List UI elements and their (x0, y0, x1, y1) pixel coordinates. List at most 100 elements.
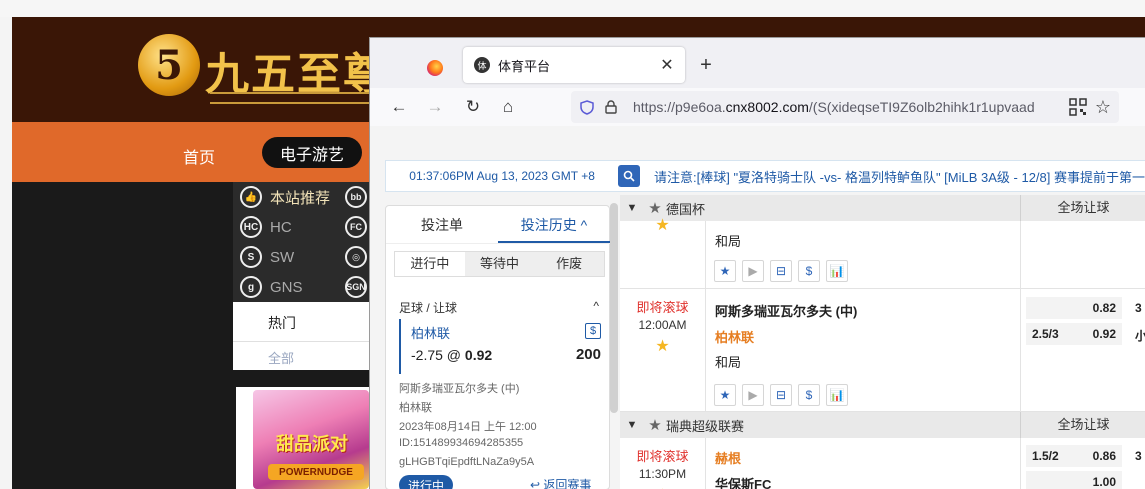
live-soon-label: 即将滚球 (636, 449, 689, 464)
odds-price: 0.82 (1092, 301, 1116, 315)
close-tab-icon[interactable]: ✕ (655, 53, 679, 77)
url-domain: cnx8002.com (725, 99, 809, 115)
game-subtitle: POWERNUDGE (268, 464, 364, 480)
provider-item-recommended[interactable]: 👍 本站推荐 (240, 184, 330, 210)
address-bar[interactable]: https://p9e6oa.cnx8002.com/(S(xideqseTI9… (571, 91, 1119, 123)
url-text[interactable]: https://p9e6oa.cnx8002.com/(S(xideqseTI9… (633, 99, 1053, 115)
tab-bet-history[interactable]: 投注历史 ^ (498, 206, 610, 243)
stats-chart-icon[interactable]: 📊 (826, 260, 848, 282)
bet-id: ID:151489934694285355 (399, 437, 524, 449)
match-time-cell: 即将滚球 11:30PM ★ (620, 438, 706, 489)
fc-provider-icon[interactable]: FC (345, 216, 367, 238)
hc-provider-icon: HC (240, 216, 262, 238)
chevron-down-icon[interactable]: ▼ (620, 419, 644, 431)
dollar-icon[interactable]: $ (798, 260, 820, 282)
firefox-view-button[interactable] (419, 54, 451, 82)
filter-void[interactable]: 作废 (534, 252, 604, 276)
odds-price: 0.92 (1092, 327, 1116, 341)
qr-code-icon[interactable] (1069, 98, 1087, 116)
filter-pending[interactable]: 等待中 (465, 252, 535, 276)
favorite-star-icon[interactable]: ★ (620, 215, 705, 235)
favorite-star-icon[interactable]: ★ (620, 336, 705, 356)
browser-tab-active[interactable]: 体 体育平台 ✕ (463, 47, 685, 83)
search-icon[interactable] (618, 165, 640, 187)
dollar-icon[interactable]: $ (798, 384, 820, 406)
provider-item-sw[interactable]: S SW (240, 244, 294, 270)
home-button[interactable]: ⌂ (495, 94, 521, 120)
kickoff-time: 11:30PM (638, 467, 687, 481)
nav-item-home[interactable]: 首页 (183, 144, 215, 168)
bet-selection: 柏林联 (411, 326, 451, 341)
odds-button[interactable]: 0.82 (1026, 297, 1122, 319)
handicap: 1.5/2 (1032, 449, 1059, 463)
sgn-provider-icon[interactable]: SGN (345, 276, 367, 298)
reload-button[interactable]: ↻ (460, 94, 486, 120)
lock-icon[interactable] (603, 99, 619, 115)
server-time: 01:37:06PM Aug 13, 2023 GMT +8 (409, 169, 595, 183)
provider-item-hc[interactable]: HC HC (240, 214, 292, 240)
odds-button[interactable]: 1.5/2 0.86 (1026, 445, 1122, 467)
handicap-line: -2.75 @ (411, 347, 462, 363)
favorite-icon[interactable]: ★ (714, 384, 736, 406)
match-row: 即将滚球 12:00AM ★ 阿斯多瑞亚瓦尔多夫 (中) 柏林联 和局 ★ ▶ … (620, 289, 1145, 412)
bet-selection-box: 柏林联 $ -2.75 @ 0.92 200 (399, 319, 601, 374)
casino-logo-icon[interactable]: 5 (138, 34, 200, 96)
tab-title: 体育平台 (498, 58, 551, 74)
bet-type-header[interactable]: 足球 / 让球 ^ (399, 299, 599, 316)
filter-running[interactable]: 进行中 (395, 252, 465, 276)
play-video-icon[interactable]: ▶ (742, 384, 764, 406)
bet-slip-tabs: 投注单 投注历史 ^ (386, 206, 611, 244)
provider-item-gns[interactable]: g GNS (240, 274, 303, 300)
game-title: 甜品派对 (276, 434, 348, 455)
desktop-top-strip (0, 0, 1145, 17)
scoreboard-icon[interactable]: ⊟ (770, 260, 792, 282)
odds-column (1020, 221, 1145, 288)
favorite-star-icon[interactable]: ★ (644, 416, 666, 434)
game-tabs-panel (233, 302, 373, 370)
history-filter-tabs: 进行中 等待中 作废 (394, 251, 605, 277)
nav-item-electronic-games[interactable]: 电子游艺 (262, 137, 362, 168)
tracking-shield-icon[interactable] (579, 99, 595, 115)
match-list: ▼ ★ 德国杯 全场让球 ★ 和局 ★ ▶ ⊟ $ 📊 即将滚球 12:00AM… (620, 195, 1145, 489)
provider-label: SW (270, 248, 295, 266)
chevron-down-icon[interactable]: ▼ (620, 202, 644, 214)
browser-window: 体 体育平台 ✕ + ← → ↻ ⌂ https://p9e6oa.cnx800… (369, 37, 1145, 489)
play-video-icon[interactable]: ▶ (742, 260, 764, 282)
back-button[interactable]: ← (386, 94, 412, 120)
forward-button[interactable]: → (422, 94, 448, 120)
odds-column: 1.5/2 0.86 3 1.00 (1020, 438, 1145, 489)
league-header[interactable]: ▼ ★ 瑞典超级联赛 全场让球 (620, 412, 1145, 438)
odds-button[interactable]: 2.5/3 0.92 (1026, 323, 1122, 345)
next-column-value: 小 (1135, 329, 1145, 343)
tab-bet-slip[interactable]: 投注单 (386, 206, 498, 243)
tab-all[interactable]: 全部 (268, 348, 294, 367)
page-viewport: 01:37:06PM Aug 13, 2023 GMT +8 请注意:[棒球] … (370, 126, 1145, 489)
gns-provider-icon: g (240, 276, 262, 298)
bb-provider-icon[interactable]: bb (345, 186, 367, 208)
scoreboard-icon[interactable]: ⊟ (770, 384, 792, 406)
browser-tab-bar: 体 体育平台 ✕ + (370, 38, 1145, 88)
return-to-match-link[interactable]: ↩ 返回赛事 (530, 476, 591, 489)
bet-ref-code: gLHGBTqiEpdftLNaZa9y5A (399, 456, 535, 468)
announcement-ticker: 01:37:06PM Aug 13, 2023 GMT +8 请注意:[棒球] … (385, 160, 1145, 192)
firefox-icon (427, 60, 443, 76)
odds-button[interactable]: 1.00 (1026, 471, 1122, 489)
match-action-icons: ★ ▶ ⊟ $ 📊 (714, 260, 848, 282)
sw-provider-icon: S (240, 246, 262, 268)
collapse-chevron-icon[interactable]: ^ (593, 299, 599, 316)
bet-slip-scrollbar[interactable] (610, 203, 618, 413)
announcement-text[interactable]: 请注意:[棒球] "夏洛特骑士队 -vs- 格温列特鲈鱼队" [MiLB 3A级… (654, 167, 1145, 186)
cashout-dollar-icon[interactable]: $ (585, 323, 601, 339)
new-tab-button[interactable]: + (693, 52, 719, 78)
bookmark-star-icon[interactable]: ☆ (1091, 95, 1115, 119)
stats-chart-icon[interactable]: 📊 (826, 384, 848, 406)
home-team: 阿斯多瑞亚瓦尔多夫 (中) (715, 304, 858, 319)
swirl-provider-icon[interactable]: ◎ (345, 246, 367, 268)
bet-team: 柏林联 (399, 402, 432, 414)
favorite-icon[interactable]: ★ (714, 260, 736, 282)
favorite-star-icon[interactable]: ★ (620, 485, 705, 489)
thumb-up-icon: 👍 (240, 186, 262, 208)
live-soon-label: 即将滚球 (636, 300, 689, 315)
tab-hot[interactable]: 热门 (268, 313, 296, 333)
odds-price: 1.00 (1092, 475, 1116, 489)
